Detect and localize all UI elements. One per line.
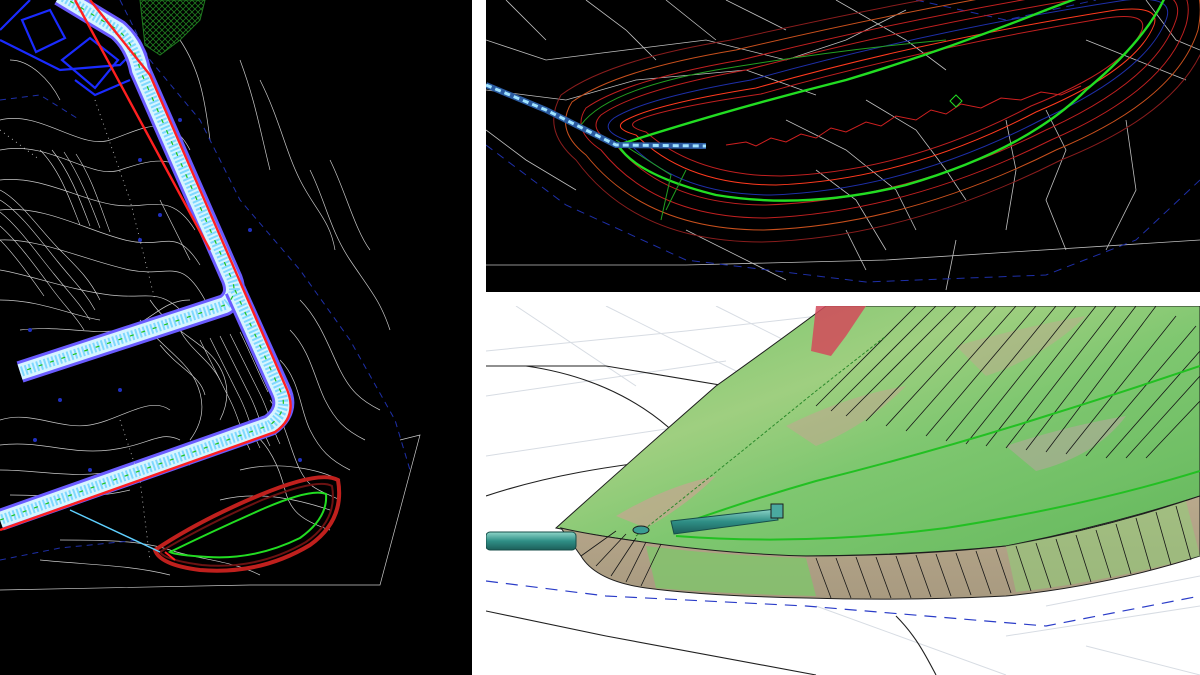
grading-offsets[interactable] (553, 0, 1200, 243)
pond-surface[interactable] (554, 306, 1200, 600)
green-hatch-area (139, 0, 206, 56)
pond-detail-drawing (486, 0, 1200, 291)
site-boundary (0, 0, 411, 561)
marker-diamond (949, 94, 963, 108)
surface-3d-render (486, 306, 1200, 675)
pond-grading-green[interactable] (580, 0, 1166, 221)
outfall-pipe[interactable] (69, 509, 161, 553)
junction-structure[interactable] (632, 525, 650, 535)
detention-pond[interactable] (152, 475, 342, 573)
detail-contours (486, 0, 1200, 291)
site-plan-drawing (0, 0, 421, 591)
cad-viewport-layout (0, 0, 1200, 675)
site-plan-viewport[interactable] (0, 0, 472, 675)
pond-detail-viewport[interactable] (486, 0, 1200, 292)
inlet-pipe[interactable] (486, 531, 577, 551)
headwall[interactable] (770, 503, 784, 519)
surface-3d-viewport[interactable] (486, 306, 1200, 675)
